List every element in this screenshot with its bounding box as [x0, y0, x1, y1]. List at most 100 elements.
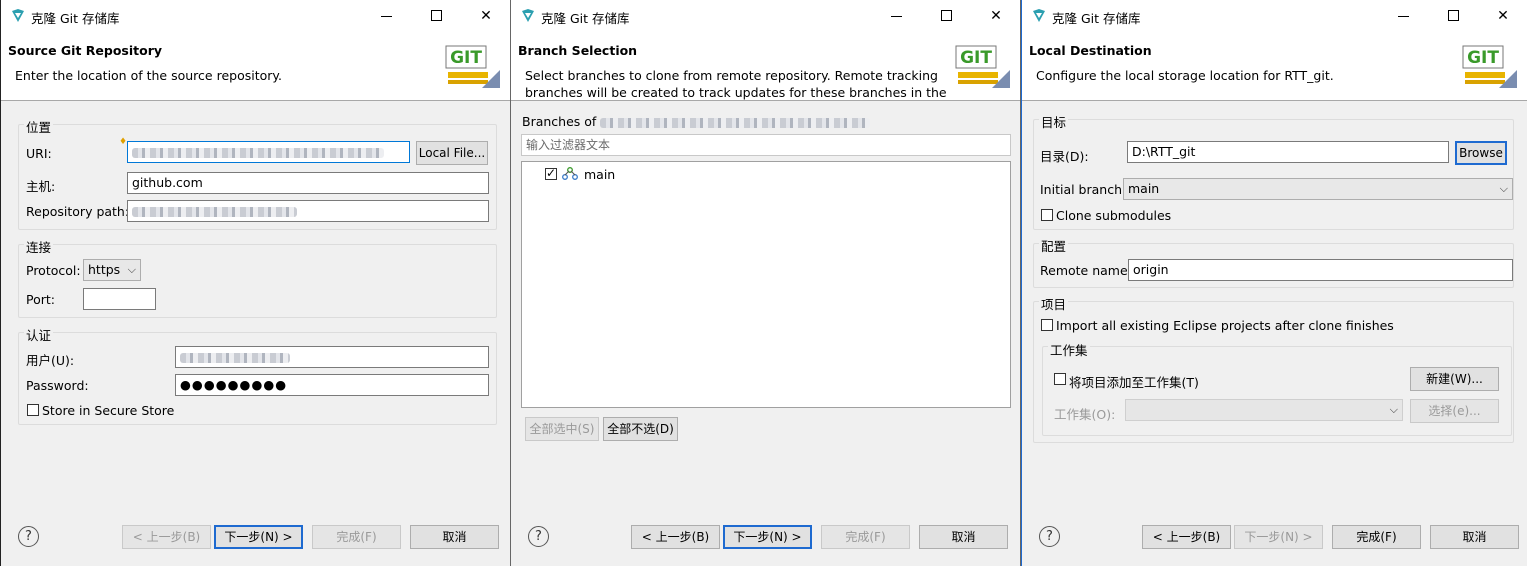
repo-url-redacted: [600, 117, 871, 128]
new-working-set-button[interactable]: 新建(W)...: [1410, 367, 1499, 391]
remote-name-label: Remote name:: [1040, 263, 1132, 278]
eclipse-egit-logo-icon: [522, 9, 534, 22]
close-icon[interactable]: ✕: [478, 8, 494, 24]
back-button[interactable]: < 上一步(B): [631, 525, 720, 549]
cancel-button[interactable]: 取消: [919, 525, 1008, 549]
maximize-icon[interactable]: [1446, 8, 1462, 24]
select-working-set-button[interactable]: 选择(e)...: [1410, 399, 1499, 423]
wizard-header: Local Destination Configure the local st…: [1022, 32, 1527, 101]
title-bar[interactable]: 克隆 Git 存储库 ✕: [1, 0, 510, 32]
connection-group-label: 连接: [24, 237, 54, 256]
git-logo-icon: GIT: [955, 45, 1010, 88]
repo-path-label: Repository path:: [26, 204, 130, 219]
title-bar[interactable]: 克隆 Git 存储库 ✕: [1022, 0, 1527, 32]
minimize-icon[interactable]: [889, 8, 905, 24]
config-group-label: 配置: [1039, 236, 1069, 255]
page-title: Local Destination: [1029, 43, 1152, 58]
finish-button[interactable]: 完成(F): [312, 525, 401, 549]
branch-filter-input[interactable]: 输入过滤器文本: [521, 134, 1011, 156]
help-icon[interactable]: ?: [528, 526, 549, 547]
window-title: 克隆 Git 存储库: [1052, 11, 1141, 26]
eclipse-egit-logo-icon: [12, 9, 24, 22]
password-input[interactable]: ●●●●●●●●●: [175, 374, 489, 396]
remote-name-input[interactable]: origin: [1128, 259, 1513, 281]
content-assist-icon: ♦: [119, 137, 128, 147]
close-icon[interactable]: ✕: [1495, 8, 1511, 24]
finish-button[interactable]: 完成(F): [821, 525, 910, 549]
page-title: Source Git Repository: [8, 43, 163, 58]
user-value-redacted: [180, 352, 290, 363]
uri-value-redacted: [132, 147, 384, 158]
initial-branch-select[interactable]: main ⌵: [1123, 178, 1513, 200]
clone-submodules-checkbox[interactable]: [1041, 209, 1053, 221]
branches-of-label: Branches of: [522, 114, 871, 129]
svg-text:GIT: GIT: [450, 48, 482, 68]
help-icon[interactable]: ?: [18, 526, 39, 547]
destination-group-label: 目标: [1039, 112, 1069, 131]
wizard-footer: ? < 上一步(B) 下一步(N) > 完成(F) 取消: [1, 500, 510, 566]
branch-list[interactable]: main: [521, 161, 1011, 408]
branch-checkbox[interactable]: [545, 166, 557, 180]
clone-wizard-window-branches: 克隆 Git 存储库 ✕ Branch Selection Select bra…: [511, 0, 1021, 566]
next-button[interactable]: 下一步(N) >: [723, 525, 812, 549]
next-button[interactable]: 下一步(N) >: [214, 525, 303, 549]
clone-submodules-label: Clone submodules: [1056, 208, 1172, 223]
svg-text:GIT: GIT: [1467, 48, 1499, 68]
eclipse-egit-logo-icon: [1033, 9, 1045, 22]
repo-path-input[interactable]: [127, 200, 489, 222]
maximize-icon[interactable]: [939, 8, 955, 24]
working-set-select[interactable]: ⌵: [1125, 399, 1403, 421]
page-title: Branch Selection: [518, 43, 638, 58]
back-button[interactable]: < 上一步(B): [122, 525, 211, 549]
close-icon[interactable]: ✕: [988, 8, 1004, 24]
secure-store-checkbox[interactable]: [27, 404, 39, 416]
maximize-icon[interactable]: [429, 8, 445, 24]
git-logo-icon: GIT: [1462, 45, 1517, 88]
wizard-header: Source Git Repository Enter the location…: [1, 32, 510, 101]
add-to-working-set-label: 将项目添加至工作集(T): [1069, 375, 1199, 390]
back-button[interactable]: < 上一步(B): [1142, 525, 1231, 549]
uri-input[interactable]: [127, 141, 410, 163]
clone-wizard-window-source: 克隆 Git 存储库 ✕ Source Git Repository Enter…: [0, 0, 511, 566]
title-bar[interactable]: 克隆 Git 存储库 ✕: [511, 0, 1020, 32]
list-item[interactable]: main: [544, 166, 744, 184]
wizard-footer: ? < 上一步(B) 下一步(N) > 完成(F) 取消: [1022, 500, 1527, 566]
next-button[interactable]: 下一步(N) >: [1234, 525, 1323, 549]
cancel-button[interactable]: 取消: [410, 525, 499, 549]
window-title: 克隆 Git 存储库: [31, 11, 120, 26]
minimize-icon[interactable]: [1396, 8, 1412, 24]
host-label: 主机:: [26, 179, 56, 194]
protocol-select[interactable]: https ⌵: [83, 259, 141, 281]
import-projects-label: Import all existing Eclipse projects aft…: [1056, 318, 1394, 333]
chevron-down-icon: ⌵: [1389, 403, 1398, 416]
working-sets-group-label: 工作集: [1048, 340, 1090, 359]
wizard-footer: ? < 上一步(B) 下一步(N) > 完成(F) 取消: [511, 500, 1020, 566]
directory-input[interactable]: D:\RTT_git: [1127, 141, 1449, 163]
cancel-button[interactable]: 取消: [1430, 525, 1519, 549]
user-input[interactable]: [175, 346, 489, 368]
deselect-all-button[interactable]: 全部不选(D): [603, 417, 678, 441]
local-file-button[interactable]: Local File...: [416, 141, 488, 165]
port-input[interactable]: [83, 288, 156, 310]
select-all-button[interactable]: 全部选中(S): [525, 417, 599, 441]
finish-button[interactable]: 完成(F): [1332, 525, 1421, 549]
window-title: 克隆 Git 存储库: [541, 11, 630, 26]
browse-button[interactable]: Browse: [1455, 141, 1507, 165]
import-projects-checkbox[interactable]: [1041, 319, 1053, 331]
host-input[interactable]: github.com: [127, 172, 489, 194]
uri-label: URI:: [26, 146, 52, 161]
help-icon[interactable]: ?: [1039, 526, 1060, 547]
directory-label: 目录(D):: [1040, 149, 1089, 164]
initial-branch-label: Initial branch:: [1040, 182, 1127, 197]
branch-label: main: [584, 167, 616, 182]
minimize-icon[interactable]: [379, 8, 395, 24]
location-group-label: 位置: [24, 117, 54, 136]
page-description: Configure the local storage location for…: [1036, 68, 1334, 83]
clone-wizard-window-destination: 克隆 Git 存储库 ✕ Local Destination Configure…: [1021, 0, 1527, 566]
chevron-down-icon: ⌵: [1499, 182, 1508, 195]
working-set-label: 工作集(O):: [1054, 407, 1116, 422]
add-to-working-set-checkbox[interactable]: [1054, 373, 1066, 385]
auth-group-label: 认证: [24, 325, 54, 344]
branch-icon: [562, 167, 578, 180]
user-label: 用户(U):: [26, 353, 75, 368]
